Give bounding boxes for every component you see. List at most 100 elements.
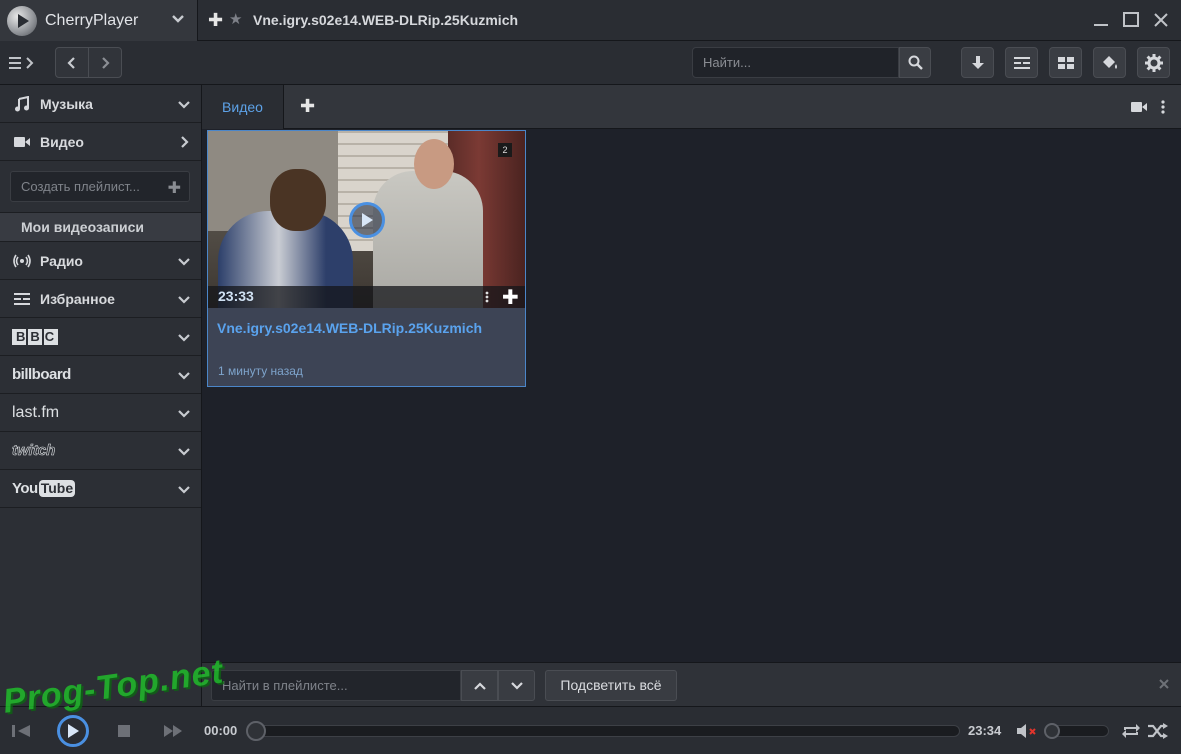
app-name: CherryPlayer (45, 11, 139, 29)
chevron-down-icon (178, 410, 190, 418)
search-button[interactable] (899, 47, 931, 78)
sidebar-item-lastfm[interactable]: last.fm (0, 394, 201, 432)
sidebar-item-bbc[interactable]: BBC (0, 318, 201, 356)
theme-button[interactable] (1093, 47, 1126, 78)
video-added-time: 1 минуту назад (218, 364, 303, 378)
tab-video[interactable]: Видео (202, 85, 284, 129)
back-button[interactable] (56, 48, 88, 77)
cherryplayer-logo-icon (7, 5, 37, 36)
close-icon[interactable] (1150, 9, 1172, 31)
video-camera-icon[interactable] (1130, 101, 1148, 113)
search-next-button[interactable] (498, 670, 535, 701)
chevron-down-icon (178, 101, 190, 109)
thumbnail-badge: 2 (498, 143, 512, 157)
grid-view-button[interactable] (1049, 47, 1082, 78)
chevron-down-icon (178, 296, 190, 304)
forward-button[interactable] (88, 48, 121, 77)
settings-button[interactable] (1137, 47, 1170, 78)
sidebar-item-radio[interactable]: Радио (0, 242, 201, 280)
paint-bucket-icon (1102, 55, 1117, 69)
download-button[interactable] (961, 47, 994, 78)
youtube-logo-you: You (12, 480, 38, 497)
title-bar: CherryPlayer ✚ ★ Vne.igry.s02e14.WEB-DLR… (0, 0, 1181, 41)
volume-muted-icon[interactable] (1016, 723, 1040, 739)
shuffle-icon[interactable] (1147, 722, 1169, 740)
sidebar-item-billboard[interactable]: billboard (0, 356, 201, 394)
tab-bar: Видео ✚ (202, 85, 1181, 129)
thumbnail-info-bar: 23:33 ✚ (208, 286, 525, 308)
radio-broadcast-icon (12, 253, 32, 269)
download-icon (971, 55, 984, 69)
add-to-playlist-icon[interactable]: ✚ (502, 285, 519, 308)
list-view-icon (1013, 56, 1030, 69)
sidebar-item-favorites[interactable]: Избранное (0, 280, 201, 318)
highlight-all-button[interactable]: Подсветить всё (545, 670, 677, 701)
youtube-logo: You Tube (12, 480, 76, 497)
search-input[interactable]: Найти... (692, 47, 899, 78)
search-previous-button[interactable] (461, 670, 498, 701)
create-playlist-input[interactable]: Создать плейлист... (10, 171, 190, 202)
thumbnail-scene (270, 169, 326, 231)
billboard-logo: billboard (12, 366, 71, 383)
bbc-logo: BBC (12, 328, 60, 345)
seek-bar[interactable] (250, 725, 960, 737)
maximize-icon[interactable] (1120, 9, 1142, 31)
minimize-icon[interactable] (1090, 9, 1112, 31)
close-icon[interactable] (1158, 678, 1170, 690)
volume-handle[interactable] (1044, 723, 1060, 739)
total-time: 23:34 (968, 723, 1002, 738)
sidebar-item-label: Видео (40, 133, 84, 150)
sidebar-item-label: Радио (40, 252, 83, 269)
chevron-left-icon (67, 56, 75, 69)
search-icon (908, 55, 923, 70)
chevron-right-icon (181, 136, 189, 148)
chevron-right-icon (102, 56, 110, 69)
music-note-icon (12, 95, 32, 112)
sidebar-item-youtube[interactable]: You Tube (0, 470, 201, 508)
window-title: Vne.igry.s02e14.WEB-DLRip.25Kuzmich (253, 12, 519, 28)
chevron-down-icon (178, 486, 190, 494)
sidebar-item-video[interactable]: Видео (0, 123, 201, 161)
twitch-logo: twitch (12, 442, 56, 460)
gear-icon (1144, 53, 1163, 72)
seek-handle[interactable] (246, 721, 266, 741)
sidebar-toggle-button[interactable] (4, 48, 44, 78)
sidebar-item-twitch[interactable]: twitch (0, 432, 201, 470)
video-grid: 2 23:33 ✚ Vne.igry.s02e14.WEB-DLRip.25Ku… (202, 129, 1181, 662)
chevron-down-icon (510, 681, 523, 690)
grid-view-icon (1057, 56, 1074, 69)
sidebar-item-my-videos[interactable]: Мои видеозаписи (0, 213, 201, 242)
chevron-down-icon (178, 258, 190, 266)
sidebar: Музыка Видео Создать плейлист... ✚ Мои в… (0, 85, 202, 706)
create-playlist-row: Создать плейлист... ✚ (0, 161, 201, 213)
video-camera-icon (12, 134, 32, 150)
chevron-down-icon (178, 448, 190, 456)
sidebar-item-label: Музыка (40, 95, 93, 112)
list-view-button[interactable] (1005, 47, 1038, 78)
navigation-buttons (55, 47, 122, 78)
add-tab-icon[interactable]: ✚ (300, 96, 315, 117)
favorites-list-icon (12, 291, 32, 307)
current-time: 00:00 (204, 723, 238, 738)
more-options-icon[interactable] (485, 291, 489, 303)
video-title[interactable]: Vne.igry.s02e14.WEB-DLRip.25Kuzmich (217, 320, 482, 336)
chevron-down-icon (178, 372, 190, 380)
repeat-icon[interactable] (1121, 722, 1141, 740)
app-menu-button[interactable]: CherryPlayer (0, 0, 198, 41)
add-playlist-icon[interactable]: ✚ (168, 178, 181, 198)
add-to-playlist-icon[interactable]: ✚ (208, 11, 223, 29)
sidebar-item-label: Избранное (40, 290, 115, 307)
favorite-star-icon[interactable]: ★ (229, 11, 242, 29)
video-card[interactable]: 2 23:33 ✚ Vne.igry.s02e14.WEB-DLRip.25Ku… (207, 130, 526, 387)
toolbar: Найти... (0, 41, 1181, 85)
menu-icon (9, 57, 34, 69)
youtube-logo-tube: Tube (38, 480, 76, 497)
play-icon (362, 213, 373, 227)
video-thumbnail[interactable]: 2 23:33 ✚ (208, 131, 525, 308)
sidebar-item-music[interactable]: Музыка (0, 85, 201, 123)
more-options-icon[interactable] (1160, 99, 1166, 115)
play-overlay-button[interactable] (349, 202, 385, 238)
chevron-up-icon (473, 681, 486, 690)
thumbnail-scene (414, 139, 454, 189)
chevron-down-icon (178, 334, 190, 342)
